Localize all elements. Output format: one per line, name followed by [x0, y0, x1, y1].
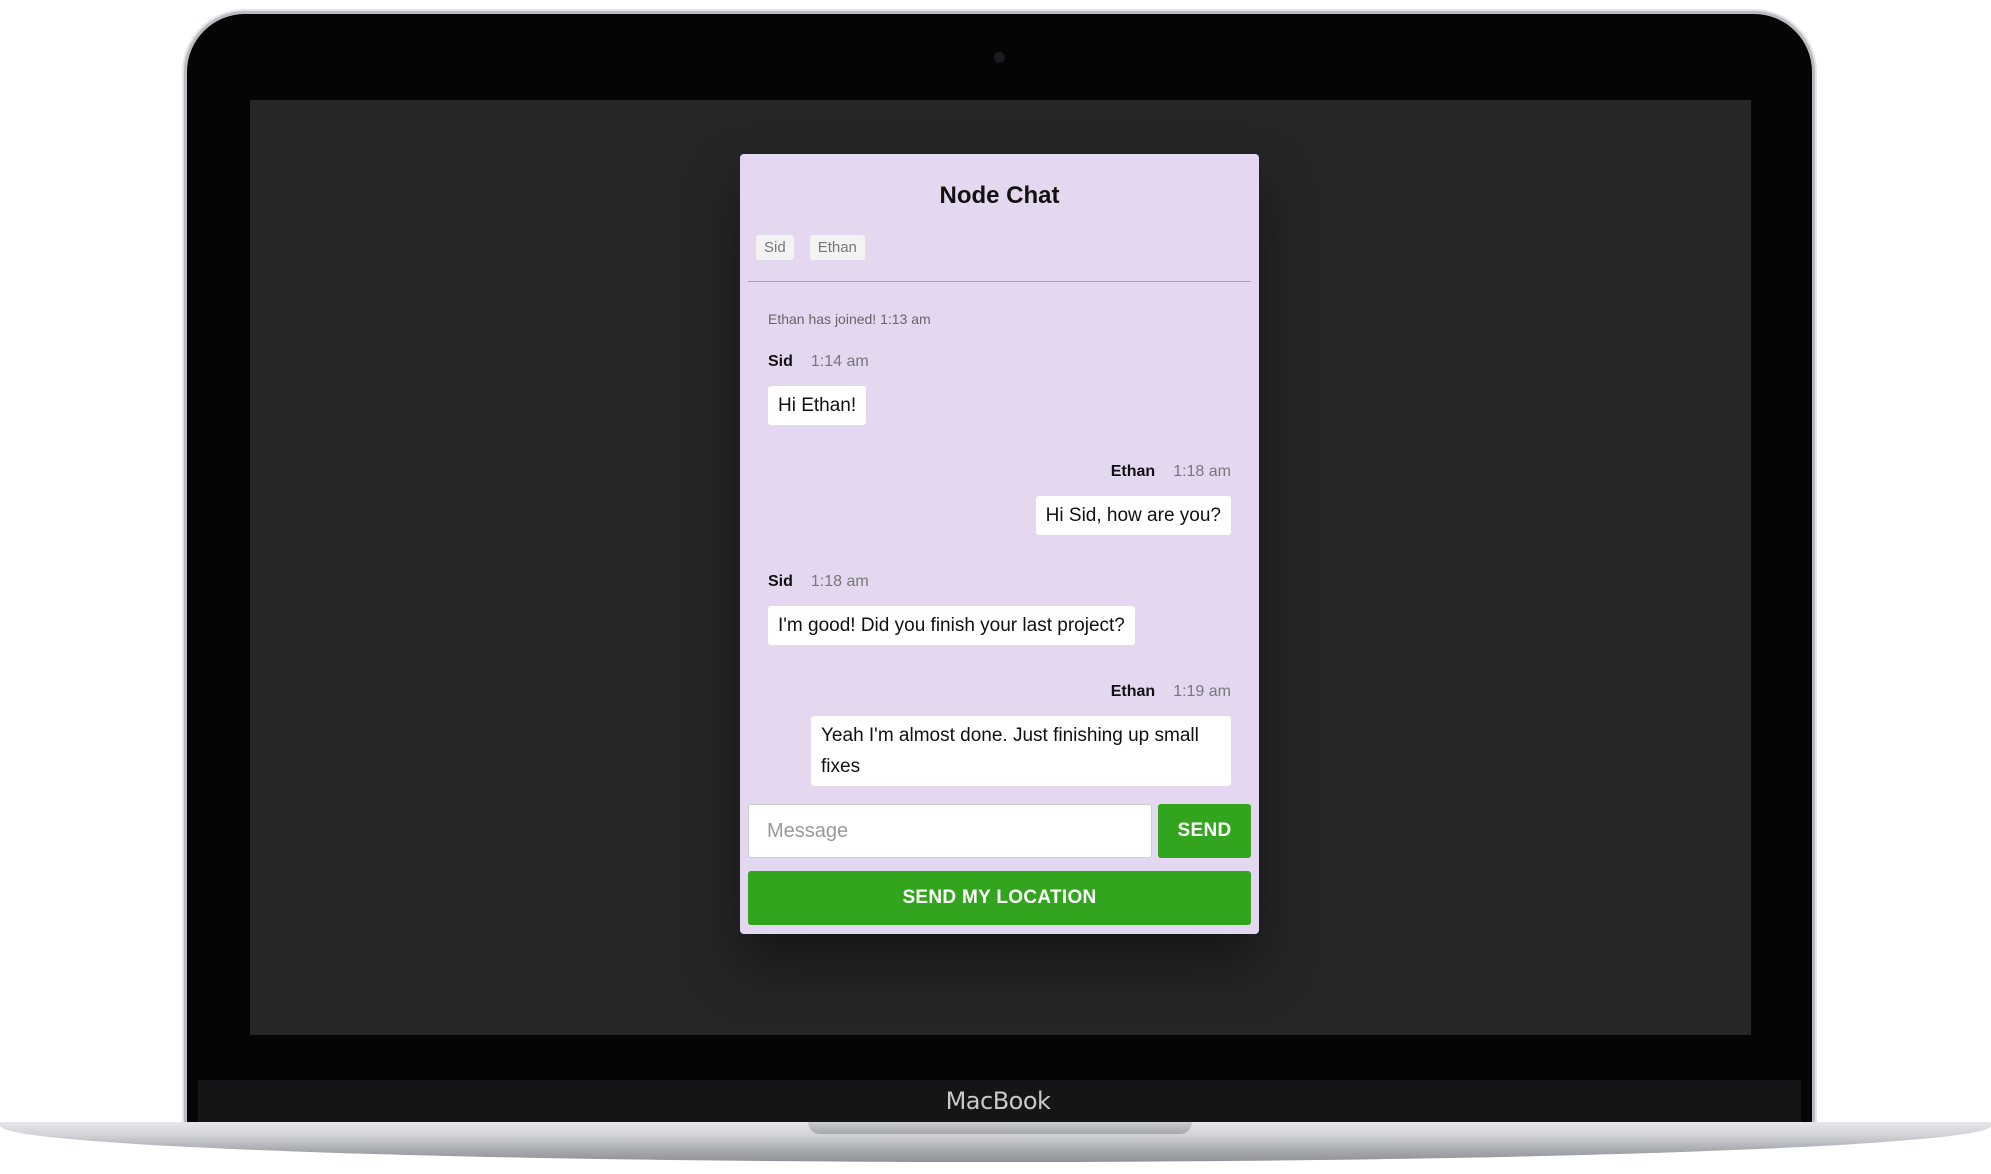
message-bubble: Hi Sid, how are you?	[1035, 496, 1231, 535]
chat-title: Node Chat	[939, 182, 1060, 209]
message-author: Ethan	[1110, 463, 1156, 480]
message-composer: SEND	[748, 804, 1251, 858]
send-location-button[interactable]: SEND MY LOCATION	[748, 871, 1251, 925]
message-item: Ethan 1:18 am Hi Sid, how are you?	[768, 462, 1231, 535]
chat-window: Node Chat Sid Ethan Ethan has joined! 1:…	[740, 154, 1259, 934]
system-message: Ethan has joined! 1:13 am	[768, 311, 931, 327]
message-list[interactable]: Ethan has joined! 1:13 am Sid 1:14 am Hi …	[740, 282, 1259, 792]
message-meta: Sid 1:14 am	[768, 352, 1231, 372]
user-chip-sid: Sid	[756, 235, 794, 260]
users-list: Sid Ethan	[756, 235, 865, 260]
send-button[interactable]: SEND	[1158, 804, 1251, 858]
brand-label: MacBook	[945, 1087, 1051, 1115]
screen: Node Chat Sid Ethan Ethan has joined! 1:…	[250, 100, 1751, 1035]
message-author: Sid	[768, 573, 793, 590]
message-meta: Sid 1:18 am	[768, 572, 1231, 592]
message-time: 1:19 am	[1173, 683, 1231, 700]
user-chip-ethan: Ethan	[809, 235, 865, 260]
message-item: Sid 1:14 am Hi Ethan!	[768, 352, 1231, 425]
message-time: 1:18 am	[810, 573, 869, 590]
message-meta: Ethan 1:18 am	[768, 462, 1231, 482]
message-item: Sid 1:18 am I'm good! Did you finish your…	[768, 572, 1231, 645]
message-author: Ethan	[1110, 683, 1156, 700]
message-time: 1:18 am	[1173, 463, 1231, 480]
message-bubble: I'm good! Did you finish your last proje…	[768, 606, 1135, 645]
message-author: Sid	[768, 353, 793, 370]
laptop-base-notch	[808, 1122, 1192, 1134]
message-meta: Ethan 1:19 am	[768, 682, 1231, 702]
message-bubble: Yeah I'm almost done. Just finishing up …	[811, 716, 1231, 786]
message-time: 1:14 am	[810, 353, 869, 370]
camera-icon	[994, 52, 1005, 63]
message-bubble: Hi Ethan!	[768, 386, 867, 425]
message-input[interactable]	[748, 804, 1152, 858]
message-item: Ethan 1:19 am Yeah I'm almost done. Just …	[768, 682, 1231, 786]
